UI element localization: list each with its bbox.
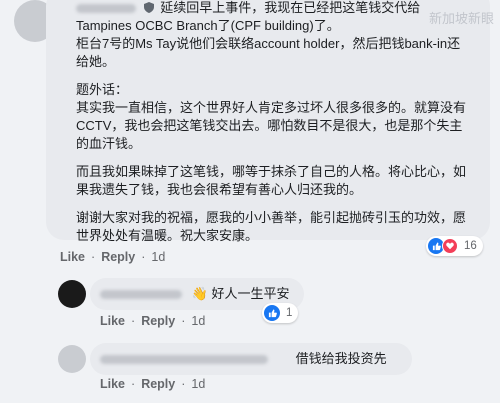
comment-line: 果我遗失了钱，我也会很希望有善心人归还我的。 <box>76 182 363 197</box>
waving-hand-icon: 👋 <box>191 286 208 301</box>
reaction-count: 16 <box>464 240 477 252</box>
reply2-avatar[interactable] <box>58 345 86 373</box>
reply2-text: 借钱给我投资先 <box>295 351 387 366</box>
comment-line: 柜台7号的Ms Tay说他们会联络account holder，然后把钱bank… <box>76 36 461 51</box>
reply1-commenter-name[interactable] <box>100 290 182 300</box>
reply2-actions: Like · Reply · 1d <box>100 377 206 391</box>
reply1-actions: Like · Reply · 1d <box>100 314 206 328</box>
reply-link[interactable]: Reply <box>101 250 135 264</box>
comment-line: CCTV，我也会把这笔钱交出去。哪怕数目不是很大，也是那个失主 <box>76 118 463 133</box>
main-reactions[interactable]: 16 <box>426 236 483 256</box>
shield-icon <box>143 1 154 13</box>
reply2-content: 借钱给我投资先 <box>100 351 387 367</box>
reply-link[interactable]: Reply <box>141 377 175 391</box>
reply1-text: 好人一生平安 <box>211 286 290 301</box>
comment-line: 世界处处有温暖。祝大家安康。 <box>76 228 259 243</box>
timestamp[interactable]: 1d <box>151 250 165 264</box>
reply1-content: 👋 好人一生平安 <box>100 286 289 302</box>
timestamp[interactable]: 1d <box>191 377 205 391</box>
comment-heading: 题外话： <box>76 82 129 97</box>
comment-line: 谢谢大家对我的祝福，愿我的小小善举，能引起抛砖引玉的功效，愿 <box>76 210 467 225</box>
commenter-name[interactable] <box>76 4 136 14</box>
reply-link[interactable]: Reply <box>141 314 175 328</box>
love-reaction-icon <box>442 238 458 254</box>
reply2-commenter-name[interactable] <box>100 355 268 365</box>
comment-line: Tampines OCBC Branch了(CPF building)了。 <box>76 18 340 33</box>
main-comment-actions: Like · Reply · 1d <box>60 250 166 264</box>
like-link[interactable]: Like <box>100 377 125 391</box>
comment-line: 而且我如果昧掉了这笔钱，哪等于抹杀了自己的人格。将心比心，如 <box>76 164 467 179</box>
comment-line: 其实我一直相信，这个世界好人肯定多过坏人很多很多的。就算没有 <box>76 100 467 115</box>
reply1-avatar[interactable] <box>58 280 86 308</box>
comment-line: 的血汗钱。 <box>76 136 142 151</box>
comment-line: 给她。 <box>76 54 116 69</box>
timestamp[interactable]: 1d <box>191 314 205 328</box>
like-reaction-icon <box>264 305 280 321</box>
like-link[interactable]: Like <box>100 314 125 328</box>
reply1-reactions[interactable]: 1 <box>262 303 299 323</box>
watermark: 新加坡新眼 <box>428 11 494 26</box>
like-link[interactable]: Like <box>60 250 85 264</box>
reaction-count: 1 <box>286 307 293 319</box>
